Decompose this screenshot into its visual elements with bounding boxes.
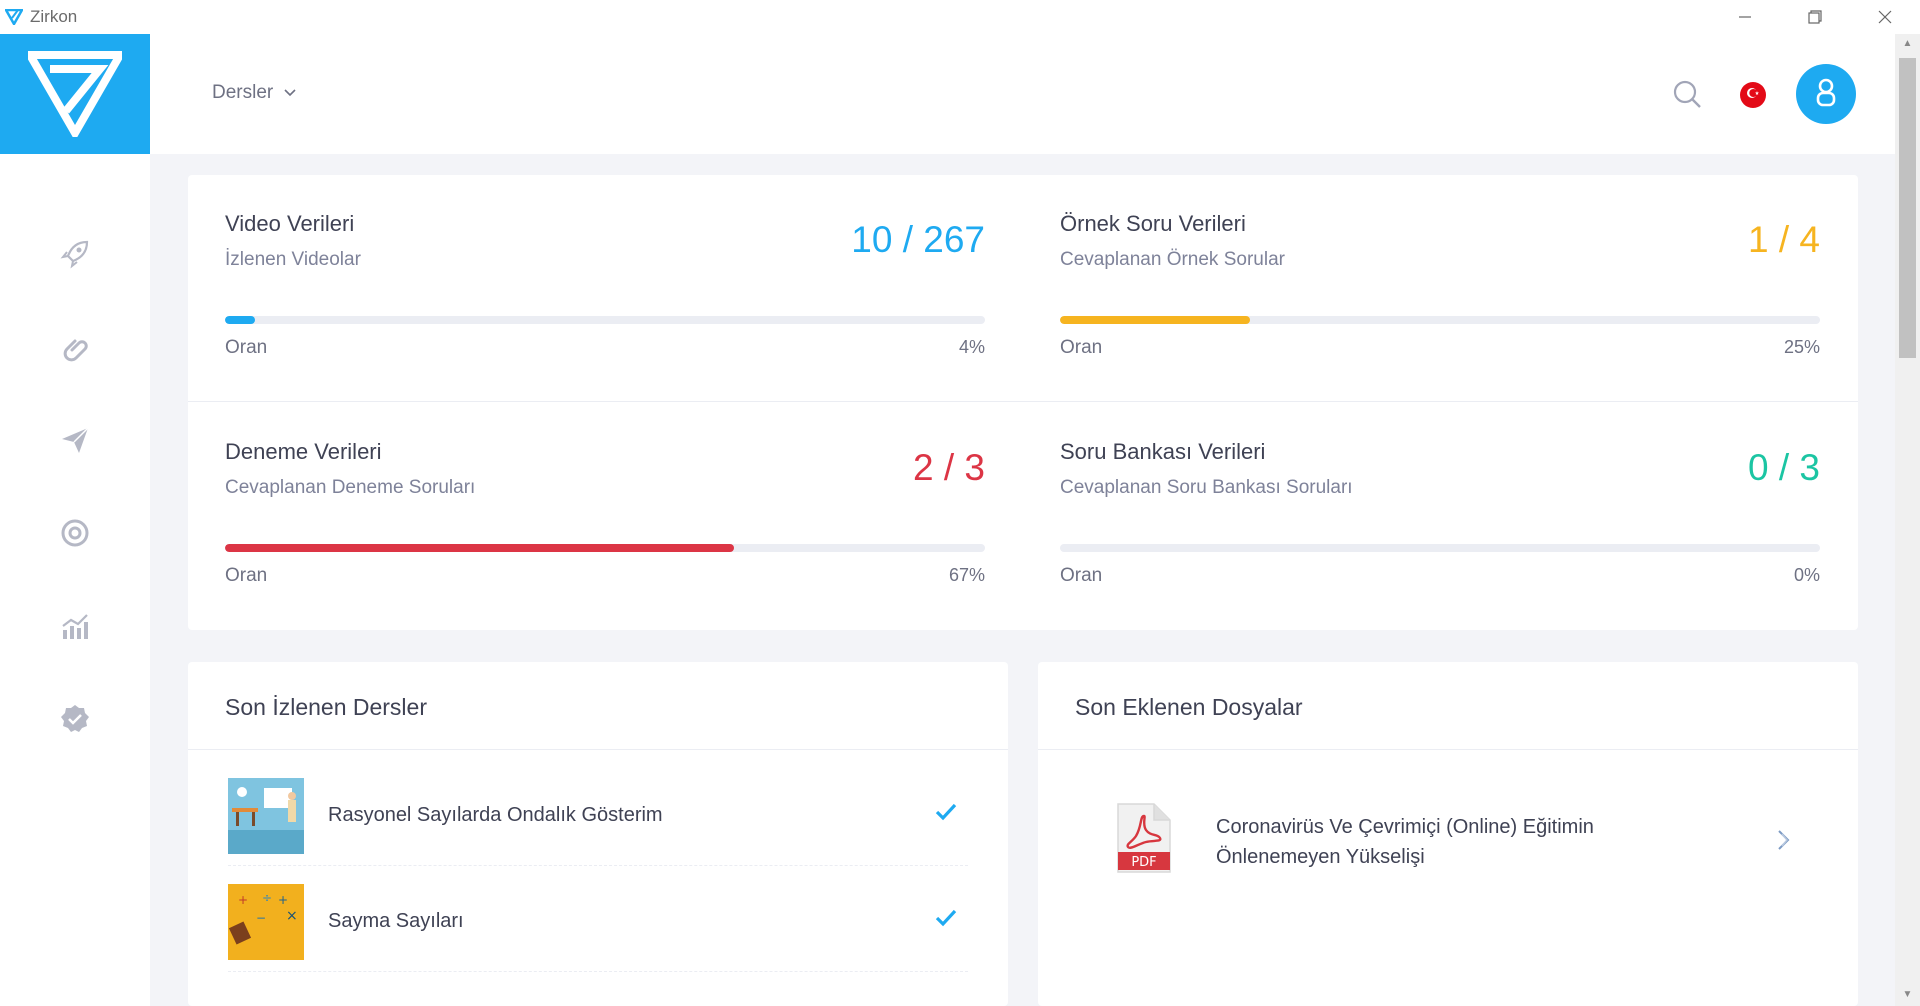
stat-value: 10 / 267 bbox=[851, 219, 985, 260]
svg-text:+: + bbox=[278, 893, 288, 907]
progress-fill bbox=[225, 544, 735, 552]
progress-fill bbox=[1060, 316, 1250, 324]
user-icon bbox=[1813, 77, 1839, 112]
courses-dropdown[interactable]: Dersler bbox=[212, 82, 297, 104]
recent-files-card: Son Eklenen Dosyalar PDF Coronavirüs Ve … bbox=[1038, 662, 1858, 1006]
stats-card: Video Verileri İzlenen Videolar 10 / 267… bbox=[188, 175, 1858, 630]
sidebar-item-link[interactable] bbox=[0, 303, 150, 396]
ratio-label: Oran bbox=[1060, 337, 1103, 358]
ratio-percent: 0% bbox=[1793, 565, 1820, 585]
turkey-flag-icon bbox=[1744, 84, 1762, 107]
stat-value: 1 / 4 bbox=[1748, 219, 1820, 260]
lesson-thumbnail bbox=[228, 778, 304, 854]
progress-bar bbox=[225, 316, 985, 324]
svg-text:+: + bbox=[238, 893, 248, 907]
scroll-thumb[interactable] bbox=[1899, 58, 1916, 358]
stat-sample-questions: Örnek Soru Verileri Cevaplanan Örnek Sor… bbox=[1060, 175, 1820, 403]
paper-plane-icon bbox=[59, 424, 91, 461]
window-title: Zirkon bbox=[30, 7, 78, 26]
check-icon bbox=[934, 908, 958, 933]
stat-title: Örnek Soru Verileri bbox=[1060, 211, 1246, 236]
check-icon bbox=[934, 802, 958, 827]
stat-video: Video Verileri İzlenen Videolar 10 / 267… bbox=[225, 175, 985, 403]
stat-trial-exams: Deneme Verileri Cevaplanan Deneme Sorula… bbox=[225, 403, 985, 631]
lesson-thumbnail: + ÷ + × − bbox=[228, 884, 304, 960]
recent-lessons-card: Son İzlenen Dersler Rasyonel Sayılarda O… bbox=[188, 662, 1008, 1006]
chevron-down-icon bbox=[283, 82, 297, 104]
scroll-up-arrow-icon[interactable]: ▲ bbox=[1895, 38, 1920, 49]
progress-bar bbox=[225, 544, 985, 552]
search-button[interactable] bbox=[1672, 79, 1702, 109]
courses-dropdown-label: Dersler bbox=[212, 82, 274, 103]
sidebar-item-verified[interactable] bbox=[0, 675, 150, 768]
ratio-percent: 67% bbox=[948, 565, 985, 585]
sidebar-item-rocket[interactable] bbox=[0, 210, 150, 303]
ratio-label: Oran bbox=[225, 565, 268, 586]
paperclip-icon bbox=[59, 331, 91, 368]
file-title: Coronavirüs Ve Çevrimiçi (Online) Eğitim… bbox=[1216, 816, 1594, 868]
ratio-percent: 25% bbox=[1783, 337, 1820, 357]
list-item[interactable]: + ÷ + × − Sayma Sayıları bbox=[228, 866, 968, 972]
stat-title: Soru Bankası Verileri bbox=[1060, 439, 1266, 464]
sidebar-item-stats[interactable] bbox=[0, 582, 150, 675]
divider bbox=[188, 401, 1858, 402]
stat-value: 2 / 3 bbox=[913, 447, 985, 488]
stat-subtitle: İzlenen Videolar bbox=[225, 249, 361, 270]
pdf-type-label: PDF bbox=[1131, 855, 1156, 870]
search-icon bbox=[1672, 80, 1702, 113]
stat-subtitle: Cevaplanan Soru Bankası Soruları bbox=[1060, 477, 1353, 498]
list-item[interactable]: Rasyonel Sayılarda Ondalık Gösterim bbox=[228, 760, 968, 866]
app-logo-icon bbox=[4, 7, 24, 27]
vertical-scrollbar[interactable]: ▲ ▼ bbox=[1895, 34, 1920, 1006]
stat-value: 0 / 3 bbox=[1748, 447, 1820, 488]
sidebar-item-support[interactable] bbox=[0, 489, 150, 582]
sidebar-nav bbox=[0, 154, 150, 768]
minimize-button[interactable] bbox=[1710, 0, 1780, 34]
chart-icon bbox=[59, 610, 91, 647]
svg-text:×: × bbox=[286, 908, 298, 924]
ratio-label: Oran bbox=[1060, 565, 1103, 586]
rocket-icon bbox=[59, 238, 91, 275]
close-button[interactable] bbox=[1850, 0, 1920, 34]
lesson-title: Sayma Sayıları bbox=[328, 910, 464, 932]
sidebar bbox=[0, 34, 150, 1006]
verified-badge-icon bbox=[59, 703, 91, 740]
sidebar-item-send[interactable] bbox=[0, 396, 150, 489]
stat-subtitle: Cevaplanan Deneme Soruları bbox=[225, 477, 476, 498]
svg-text:÷: ÷ bbox=[262, 891, 272, 905]
ratio-percent: 4% bbox=[958, 337, 985, 357]
language-flag-button[interactable] bbox=[1740, 82, 1766, 108]
ratio-label: Oran bbox=[225, 337, 268, 358]
stat-question-bank: Soru Bankası Verileri Cevaplanan Soru Ba… bbox=[1060, 403, 1820, 631]
user-avatar-button[interactable] bbox=[1796, 64, 1856, 124]
chevron-right-icon[interactable] bbox=[1776, 828, 1792, 857]
top-header: Dersler bbox=[150, 34, 1895, 154]
stat-subtitle: Cevaplanan Örnek Sorular bbox=[1060, 249, 1285, 270]
stat-title: Video Verileri bbox=[225, 211, 355, 236]
brand-logo[interactable] bbox=[0, 34, 150, 154]
progress-fill bbox=[225, 316, 256, 324]
progress-bar bbox=[1060, 316, 1820, 324]
lifebuoy-icon bbox=[59, 517, 91, 554]
progress-bar bbox=[1060, 544, 1820, 552]
card-title: Son İzlenen Dersler bbox=[188, 662, 1008, 750]
stat-title: Deneme Verileri bbox=[225, 439, 382, 464]
restore-button[interactable] bbox=[1780, 0, 1850, 34]
pdf-file-icon: PDF bbox=[1116, 802, 1172, 879]
scroll-down-arrow-icon[interactable]: ▼ bbox=[1895, 989, 1920, 1000]
lesson-title: Rasyonel Sayılarda Ondalık Gösterim bbox=[328, 804, 663, 826]
file-item[interactable]: PDF Coronavirüs Ve Çevrimiçi (Online) Eğ… bbox=[1116, 802, 1816, 882]
svg-text:−: − bbox=[256, 911, 266, 925]
window-titlebar: Zirkon bbox=[0, 0, 1920, 34]
card-title: Son Eklenen Dosyalar bbox=[1038, 662, 1858, 750]
